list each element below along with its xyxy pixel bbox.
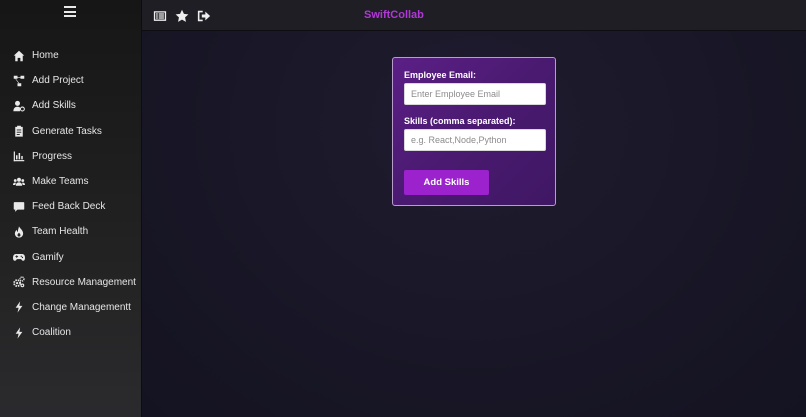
bolt-icon	[12, 300, 26, 314]
sidebar-nav: Home Add Project Add Skills Generate Tas…	[0, 43, 142, 345]
sidebar-item-coalition[interactable]: Coalition	[0, 320, 142, 345]
app-brand: SwiftCollab	[364, 9, 424, 21]
chart-bar-icon	[12, 149, 26, 163]
sidebar-item-label: Resource Management	[32, 276, 136, 288]
sidebar-item-progress[interactable]: Progress	[0, 144, 142, 169]
email-field[interactable]	[404, 83, 546, 105]
sidebar-item-add-project[interactable]: Add Project	[0, 68, 142, 93]
sidebar-item-label: Coalition	[32, 327, 71, 339]
home-icon	[12, 49, 26, 63]
sidebar-item-label: Add Skills	[32, 100, 76, 112]
main-content: Employee Email: Skills (comma separated)…	[142, 31, 806, 417]
sidebar-item-make-teams[interactable]: Make Teams	[0, 169, 142, 194]
sidebar-item-label: Gamify	[32, 251, 64, 263]
sidebar-item-add-skills[interactable]: Add Skills	[0, 93, 142, 118]
email-label: Employee Email:	[404, 70, 477, 80]
sidebar-item-feed-back-deck[interactable]: Feed Back Deck	[0, 194, 142, 219]
sign-out-icon[interactable]	[197, 9, 211, 23]
sidebar-item-label: Team Health	[32, 226, 89, 238]
gamepad-icon	[12, 250, 26, 264]
sidebar-item-label: Feed Back Deck	[32, 201, 106, 213]
sidebar-item-label: Add Project	[32, 75, 84, 87]
sidebar-item-resource-management[interactable]: Resource Management	[0, 270, 142, 295]
add-skills-form: Employee Email: Skills (comma separated)…	[392, 57, 556, 206]
skills-field[interactable]	[404, 129, 546, 151]
hamburger-icon[interactable]	[64, 6, 76, 17]
sidebar-item-home[interactable]: Home	[0, 43, 142, 68]
clipboard-icon	[12, 124, 26, 138]
sidebar-item-label: Progress	[32, 150, 73, 162]
sidebar: Home Add Project Add Skills Generate Tas…	[0, 0, 142, 417]
comment-icon	[12, 200, 26, 214]
bolt-icon	[12, 326, 26, 340]
sidebar-item-team-health[interactable]: Team Health	[0, 219, 142, 244]
cogs-icon	[12, 275, 26, 289]
sidebar-item-label: Make Teams	[32, 176, 89, 188]
top-bar: SwiftCollab	[142, 0, 806, 31]
add-skills-button[interactable]: Add Skills	[404, 170, 489, 195]
sidebar-item-gamify[interactable]: Gamify	[0, 245, 142, 270]
sidebar-item-label: Home	[32, 50, 59, 62]
sidebar-item-change-management[interactable]: Change Managementt	[0, 295, 142, 320]
list-icon[interactable]	[153, 9, 167, 23]
project-diagram-icon	[12, 74, 26, 88]
sidebar-item-label: Generate Tasks	[32, 125, 102, 137]
sidebar-item-label: Change Managementt	[32, 301, 131, 313]
sidebar-item-generate-tasks[interactable]: Generate Tasks	[0, 119, 142, 144]
star-icon[interactable]	[175, 9, 189, 23]
user-cog-icon	[12, 99, 26, 113]
users-icon	[12, 175, 26, 189]
skills-label: Skills (comma separated):	[404, 116, 516, 126]
fire-icon	[12, 225, 26, 239]
